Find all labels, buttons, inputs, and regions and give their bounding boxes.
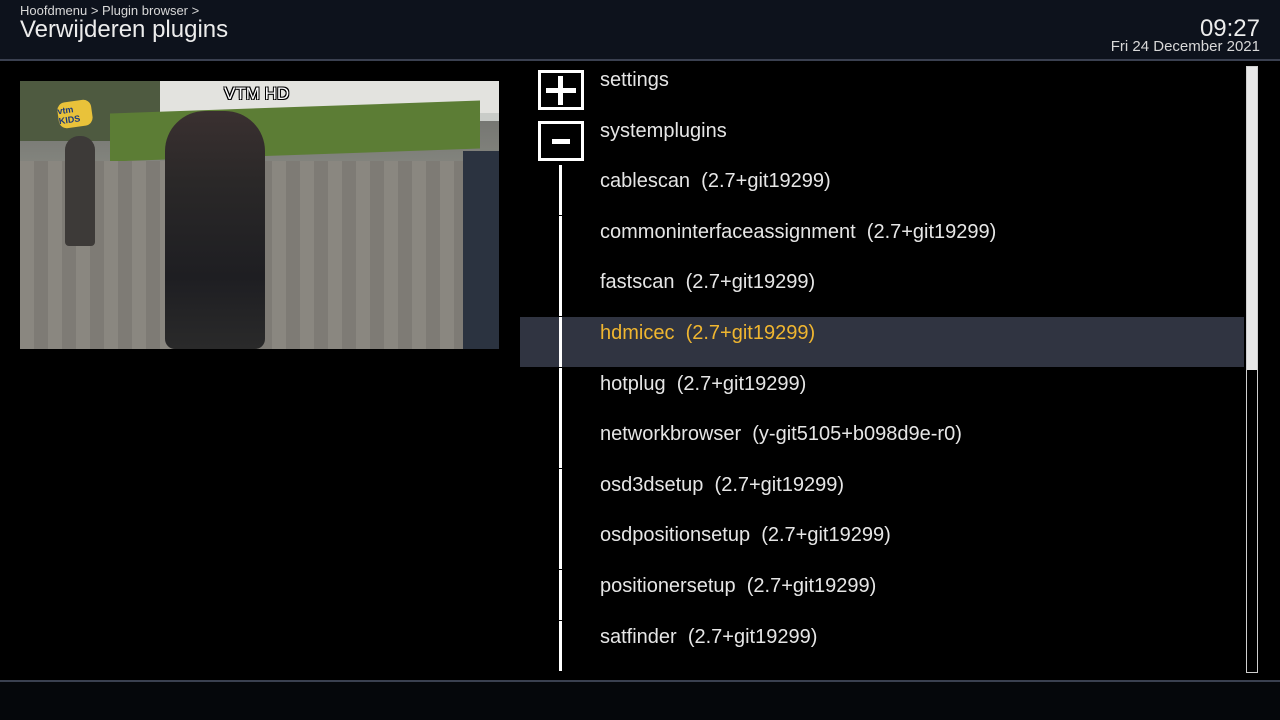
row-label: cablescan (2.7+git19299) xyxy=(600,170,831,192)
row-label: systemplugins xyxy=(600,120,727,142)
plugin-row[interactable]: hdmicec (2.7+git19299) xyxy=(520,317,1244,367)
tree-line xyxy=(559,165,562,215)
row-label: hotplug (2.7+git19299) xyxy=(600,373,807,395)
tree-line xyxy=(559,266,562,316)
category-row[interactable]: systemplugins xyxy=(520,115,1244,165)
row-label: positionersetup (2.7+git19299) xyxy=(600,575,877,597)
plugin-row[interactable]: cablescan (2.7+git19299) xyxy=(520,165,1244,215)
row-label: osd3dsetup (2.7+git19299) xyxy=(600,474,845,496)
plugin-row[interactable]: hotplug (2.7+git19299) xyxy=(520,368,1244,418)
preview-person xyxy=(165,111,265,349)
tree-line xyxy=(559,519,562,569)
plugin-row[interactable]: osdpositionsetup (2.7+git19299) xyxy=(520,519,1244,569)
collapse-minus-icon[interactable] xyxy=(538,121,584,161)
tree-line xyxy=(559,621,562,671)
row-label: hdmicec (2.7+git19299) xyxy=(600,322,816,344)
row-label: settings xyxy=(600,69,669,91)
icon-bar xyxy=(558,76,563,105)
row-label: osdpositionsetup (2.7+git19299) xyxy=(600,524,891,546)
plugin-list[interactable]: settings systemplugins cablescan (2.7+git1… xyxy=(520,66,1244,674)
plugin-row[interactable]: osd3dsetup (2.7+git19299) xyxy=(520,469,1244,519)
row-label: fastscan (2.7+git19299) xyxy=(600,271,816,293)
scrollbar[interactable] xyxy=(1246,66,1258,673)
tv-preview: vtm KIDS VTM HD xyxy=(20,81,499,349)
scrollbar-thumb[interactable] xyxy=(1247,67,1257,370)
tree-line xyxy=(559,216,562,266)
tree-line xyxy=(559,469,562,519)
row-label: commoninterfaceassignment (2.7+git19299) xyxy=(600,221,997,243)
tree-line xyxy=(559,418,562,468)
channel-name: VTM HD xyxy=(224,84,290,103)
icon-bar xyxy=(552,139,570,144)
channel-logo: vtm KIDS xyxy=(56,98,94,130)
header-bar: Hoofdmenu > Plugin browser > Verwijderen… xyxy=(0,0,1280,61)
plugin-row[interactable]: satfinder (2.7+git19299) xyxy=(520,621,1244,671)
tree-line xyxy=(559,368,562,418)
footer-bar xyxy=(0,682,1280,720)
page-title: Verwijderen plugins xyxy=(20,16,229,43)
preview-passerby xyxy=(65,136,95,246)
row-label: satfinder (2.7+git19299) xyxy=(600,626,818,648)
category-row[interactable]: settings xyxy=(520,64,1244,114)
row-label: networkbrowser (y-git5105+b098d9e-r0) xyxy=(600,423,962,445)
plugin-row[interactable]: commoninterfaceassignment (2.7+git19299) xyxy=(520,216,1244,266)
plugin-row[interactable]: fastscan (2.7+git19299) xyxy=(520,266,1244,316)
preview-edge xyxy=(463,151,499,349)
plugin-row[interactable]: networkbrowser (y-git5105+b098d9e-r0) xyxy=(520,418,1244,468)
expand-plus-icon[interactable] xyxy=(538,70,584,110)
tree-line xyxy=(559,570,562,620)
clock-date: Fri 24 December 2021 xyxy=(1110,38,1260,55)
tree-line xyxy=(559,317,562,367)
plugin-row[interactable]: positionersetup (2.7+git19299) xyxy=(520,570,1244,620)
